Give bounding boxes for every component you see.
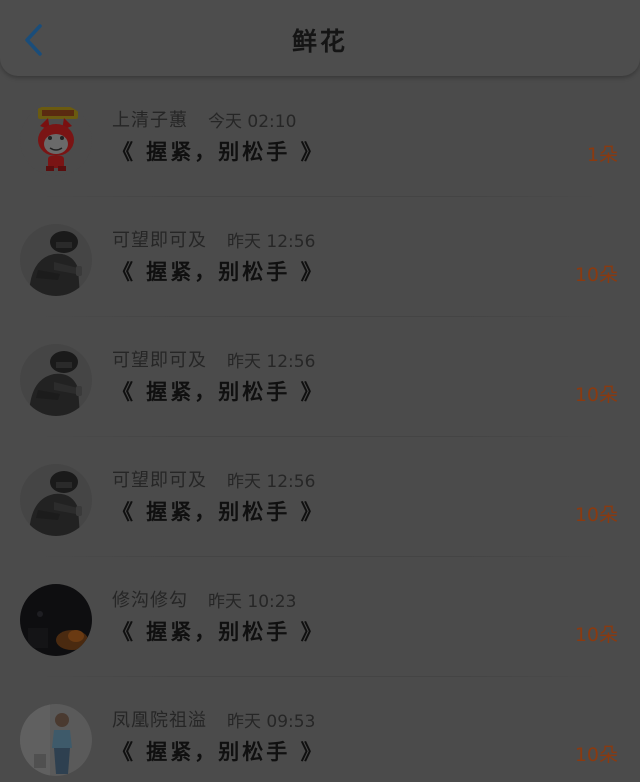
timestamp: 昨天 10:23 xyxy=(208,591,297,612)
flower-count: 10朵 xyxy=(574,624,618,646)
page-title: 鲜花 xyxy=(291,27,348,56)
sender-name[interactable]: 可望即可及 xyxy=(112,346,207,372)
divider xyxy=(40,316,600,317)
flower-count: 10朵 xyxy=(574,744,618,766)
screen: 鲜花 上清子蕙 今天 02:10 《 握紧，别松手 》 1朵 可望即可及 昨天 … xyxy=(0,0,640,782)
dark-night-avatar xyxy=(20,584,92,656)
sender-name[interactable]: 上清子蕙 xyxy=(112,106,188,132)
list-item[interactable]: 可望即可及 昨天 12:56 《 握紧，别松手 》 10朵 xyxy=(0,210,640,330)
row-meta: 可望即可及 昨天 12:56 xyxy=(112,226,315,252)
fox-cartoon-avatar xyxy=(20,104,92,176)
sender-name[interactable]: 凤凰院祖溢 xyxy=(112,706,207,732)
flower-count: 10朵 xyxy=(574,504,618,526)
timestamp: 昨天 09:53 xyxy=(227,711,316,732)
gift-title: 《 握紧，别松手 》 xyxy=(112,620,325,644)
list-item[interactable]: 上清子蕙 今天 02:10 《 握紧，别松手 》 1朵 xyxy=(0,90,640,210)
divider xyxy=(40,556,600,557)
gift-list: 上清子蕙 今天 02:10 《 握紧，别松手 》 1朵 可望即可及 昨天 12:… xyxy=(0,90,640,782)
gift-title: 《 握紧，别松手 》 xyxy=(112,740,325,764)
avatar[interactable] xyxy=(20,344,92,416)
gift-title: 《 握紧，别松手 》 xyxy=(112,260,325,284)
timestamp: 昨天 12:56 xyxy=(227,351,316,372)
gift-title: 《 握紧，别松手 》 xyxy=(112,140,325,164)
list-item[interactable]: 可望即可及 昨天 12:56 《 握紧，别松手 》 10朵 xyxy=(0,330,640,450)
divider xyxy=(40,676,600,677)
sender-name[interactable]: 可望即可及 xyxy=(112,226,207,252)
row-meta: 上清子蕙 今天 02:10 xyxy=(112,106,296,132)
gift-title: 《 握紧，别松手 》 xyxy=(112,500,325,524)
avatar[interactable] xyxy=(20,584,92,656)
avatar[interactable] xyxy=(20,464,92,536)
divider xyxy=(40,436,600,437)
list-item[interactable]: 修沟修勾 昨天 10:23 《 握紧，别松手 》 10朵 xyxy=(0,570,640,690)
row-meta: 修沟修勾 昨天 10:23 xyxy=(112,586,296,612)
girl-photo-avatar xyxy=(20,704,92,776)
avatar[interactable] xyxy=(20,704,92,776)
timestamp: 昨天 12:56 xyxy=(227,471,316,492)
gift-title: 《 握紧，别松手 》 xyxy=(112,380,325,404)
top-bar: 鲜花 xyxy=(0,0,640,76)
motorcyclist-avatar xyxy=(20,224,92,296)
sender-name[interactable]: 修沟修勾 xyxy=(112,586,188,612)
list-item[interactable]: 可望即可及 昨天 12:56 《 握紧，别松手 》 10朵 xyxy=(0,450,640,570)
motorcyclist-avatar xyxy=(20,344,92,416)
row-meta: 凤凰院祖溢 昨天 09:53 xyxy=(112,706,315,732)
row-meta: 可望即可及 昨天 12:56 xyxy=(112,466,315,492)
avatar[interactable] xyxy=(20,224,92,296)
timestamp: 今天 02:10 xyxy=(208,111,297,132)
timestamp: 昨天 12:56 xyxy=(227,231,316,252)
list-item[interactable]: 凤凰院祖溢 昨天 09:53 《 握紧，别松手 》 10朵 xyxy=(0,690,640,782)
avatar[interactable] xyxy=(20,104,92,176)
divider xyxy=(40,196,600,197)
motorcyclist-avatar xyxy=(20,464,92,536)
row-meta: 可望即可及 昨天 12:56 xyxy=(112,346,315,372)
sender-name[interactable]: 可望即可及 xyxy=(112,466,207,492)
flower-count: 10朵 xyxy=(574,384,618,406)
flower-count: 10朵 xyxy=(574,264,618,286)
flower-count: 1朵 xyxy=(586,144,618,166)
